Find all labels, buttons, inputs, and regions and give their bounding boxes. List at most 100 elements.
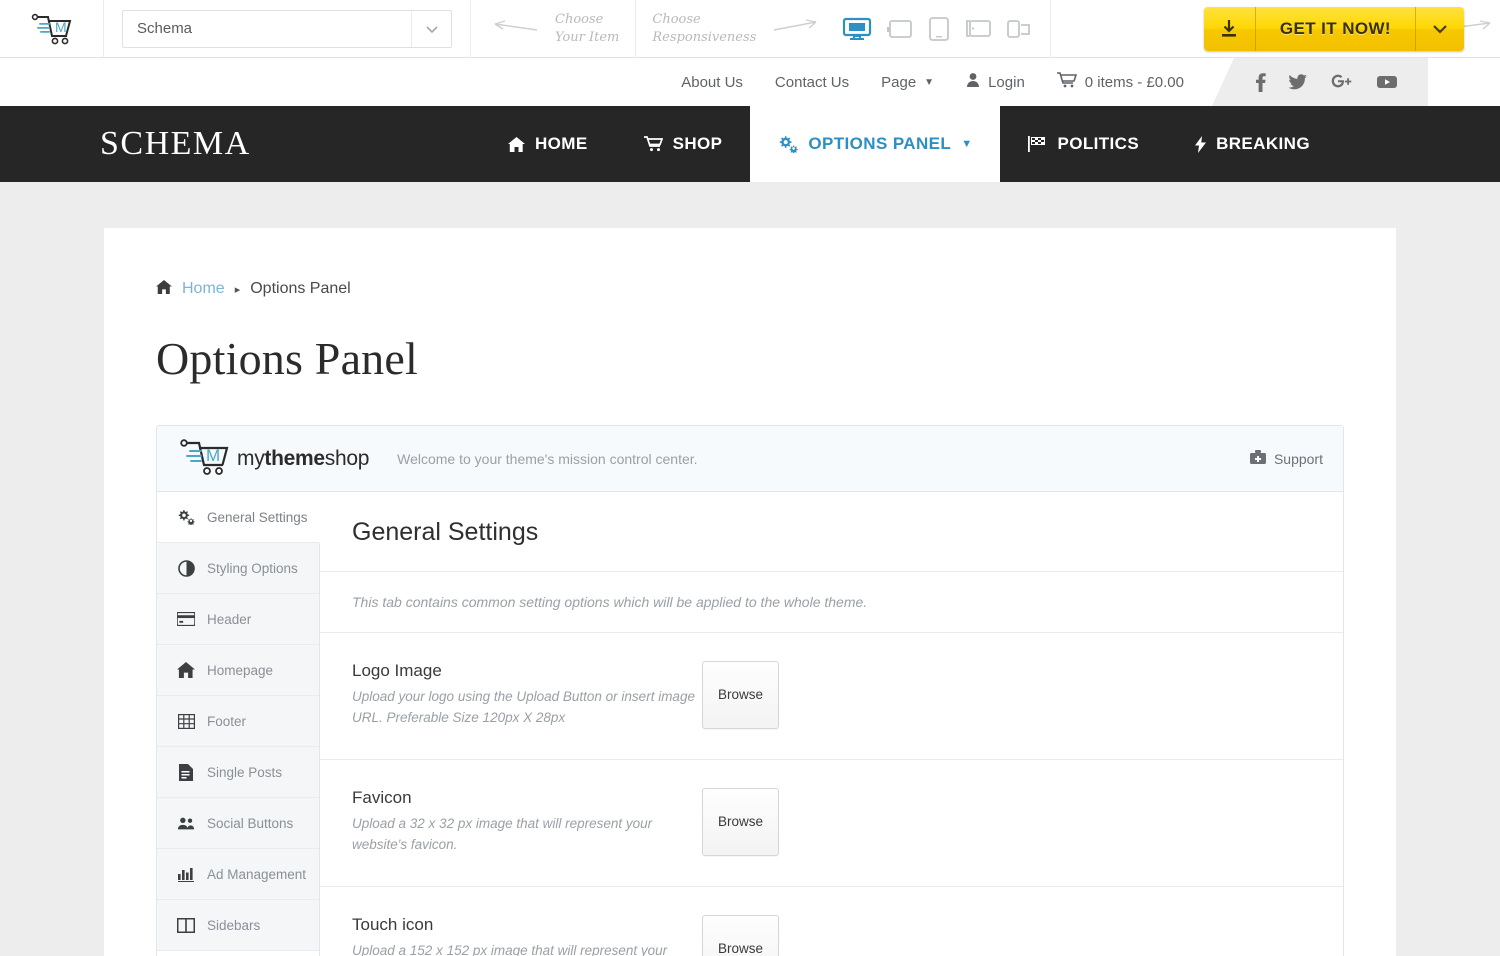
chevron-down-icon[interactable] [411,11,451,47]
sidebar-item-footer[interactable]: Footer [157,696,319,747]
nav-item-options-panel[interactable]: OPTIONS PANEL ▼ [750,106,1000,182]
sidebar-item-homepage[interactable]: Homepage [157,645,319,696]
topbar-link-login-label: Login [988,74,1025,91]
sidebar-item-header-label: Header [207,612,251,627]
options-panel-main-description: This tab contains common setting options… [320,572,1343,633]
arrow-right-icon [772,17,820,41]
mythemeshop-cart-icon: M [177,436,233,481]
setting-row-logo-image-text: Logo Image Upload your logo using the Up… [352,661,702,729]
setting-row-touch-icon-text: Touch icon Upload a 152 x 152 px image t… [352,915,702,956]
choose-responsiveness-note: Choose Responsiveness [652,11,756,46]
topbar-links: About Us Contact Us Page ▼ Login 0 items… [681,72,1212,92]
gears-icon [177,509,195,525]
primary-nav-items: HOME SHOP OPTIONS PANEL ▼ [480,106,1338,182]
theme-select[interactable]: Schema [122,10,452,48]
nav-item-shop[interactable]: SHOP [616,106,751,182]
topbar-link-login[interactable]: Login [966,72,1025,92]
get-it-now-button[interactable]: GET IT NOW! [1204,7,1464,51]
topbar-link-about-us[interactable]: About Us [681,74,743,91]
setting-row-logo-image: Logo Image Upload your logo using the Up… [320,633,1343,760]
first-aid-kit-icon [1250,450,1266,467]
device-tablet-portrait-icon[interactable] [928,16,950,42]
device-desktop-icon[interactable] [842,17,872,41]
choose-item-note: Choose Your Item [555,11,619,46]
support-link[interactable]: Support [1250,450,1323,467]
gears-icon [778,135,798,153]
site-brand[interactable]: SCHEMA [0,106,480,182]
favicon-browse-button[interactable]: Browse [702,788,779,856]
sidebar-item-homepage-label: Homepage [207,663,273,678]
table-icon [177,714,195,729]
home-icon [156,280,172,298]
twitter-icon[interactable] [1288,73,1308,91]
facebook-icon[interactable] [1254,72,1266,92]
mythemeshop-logo[interactable]: M [0,0,104,58]
sidebar-item-general-settings-label: General Settings [207,510,308,525]
svg-text:M: M [55,19,67,35]
home-icon [177,662,195,678]
logo-image-browse-button[interactable]: Browse [702,661,779,729]
sidebar-item-social-buttons[interactable]: Social Buttons [157,798,319,849]
breadcrumb-separator-icon: ▸ [235,283,241,296]
logo-part-theme: theme [264,447,324,470]
breadcrumb-current: Options Panel [250,280,351,298]
page-title: Options Panel [156,332,1344,385]
bar-chart-icon [177,867,195,882]
google-plus-icon[interactable] [1330,73,1354,91]
choose-item-hint: Choose Your Item [471,0,636,58]
device-laptop-icon[interactable] [886,17,914,41]
options-panel-welcome: Welcome to your theme's mission control … [397,451,697,467]
device-tablet-landscape-icon[interactable] [964,18,992,40]
sidebar-item-styling-options-label: Styling Options [207,561,298,576]
options-panel-header: M mythemeshop Welcome to your theme's mi… [157,426,1343,492]
nav-item-politics[interactable]: POLITICS [1000,106,1167,182]
content-card: Home ▸ Options Panel Options Panel M [104,228,1396,956]
sidebar-item-ad-management[interactable]: Ad Management [157,849,319,900]
theme-select-wrap: Schema [104,0,471,58]
sidebar-item-footer-label: Footer [207,714,246,729]
options-panel-body: General Settings Styling Options Header [157,492,1343,956]
sidebar-item-styling-options[interactable]: Styling Options [157,543,319,594]
nav-item-shop-label: SHOP [673,134,723,154]
sidebar-item-header[interactable]: Header [157,594,319,645]
topbar-cart-link[interactable]: 0 items - £0.00 [1057,72,1184,92]
setting-row-favicon: Favicon Upload a 32 x 32 px image that w… [320,760,1343,887]
options-panel-main: General Settings This tab contains commo… [320,492,1343,956]
nav-item-breaking[interactable]: BREAKING [1167,106,1338,182]
columns-icon [177,918,195,933]
breadcrumb-home-link[interactable]: Home [182,280,225,298]
topbar-link-page-label: Page [881,74,916,91]
responsive-device-buttons [842,16,1034,42]
breadcrumb: Home ▸ Options Panel [156,280,1344,298]
sidebar-item-single-posts[interactable]: Single Posts [157,747,319,798]
contrast-circle-icon [177,560,195,577]
sidebar-item-ad-management-label: Ad Management [207,867,306,882]
caret-down-icon: ▼ [924,77,934,88]
bolt-icon [1195,136,1206,153]
download-icon [1204,7,1256,51]
credit-card-icon [177,612,195,626]
topbar-link-contact-us-label: Contact Us [775,74,849,91]
get-it-now-chevron-down-icon[interactable] [1416,7,1464,51]
topbar-link-page[interactable]: Page ▼ [881,74,934,91]
youtube-icon[interactable] [1376,74,1398,90]
touch-icon-browse-button[interactable]: Browse [702,915,779,956]
mythemeshop-logo: M mythemeshop [177,436,369,481]
options-panel: M mythemeshop Welcome to your theme's mi… [156,425,1344,956]
users-icon [177,816,195,831]
nav-item-home[interactable]: HOME [480,106,616,182]
sidebar-item-sidebars[interactable]: Sidebars [157,900,319,951]
sidebar-item-general-settings[interactable]: General Settings [157,492,320,543]
nav-item-home-label: HOME [535,134,588,154]
sidebar-item-sidebars-label: Sidebars [207,918,260,933]
theme-select-value: Schema [123,20,411,37]
logo-part-shop: shop [325,447,369,470]
topbar-link-about-us-label: About Us [681,74,743,91]
primary-navbar: SCHEMA HOME SHOP OPTIONS P [0,106,1500,182]
file-text-icon [177,764,195,781]
topbar-link-contact-us[interactable]: Contact Us [775,74,849,91]
sidebar-item-ad-social-buttons-label: Social Buttons [207,816,293,831]
cart-icon [644,136,663,152]
device-mobile-landscape-icon[interactable] [1006,18,1034,40]
options-panel-main-title: General Settings [320,492,1343,572]
